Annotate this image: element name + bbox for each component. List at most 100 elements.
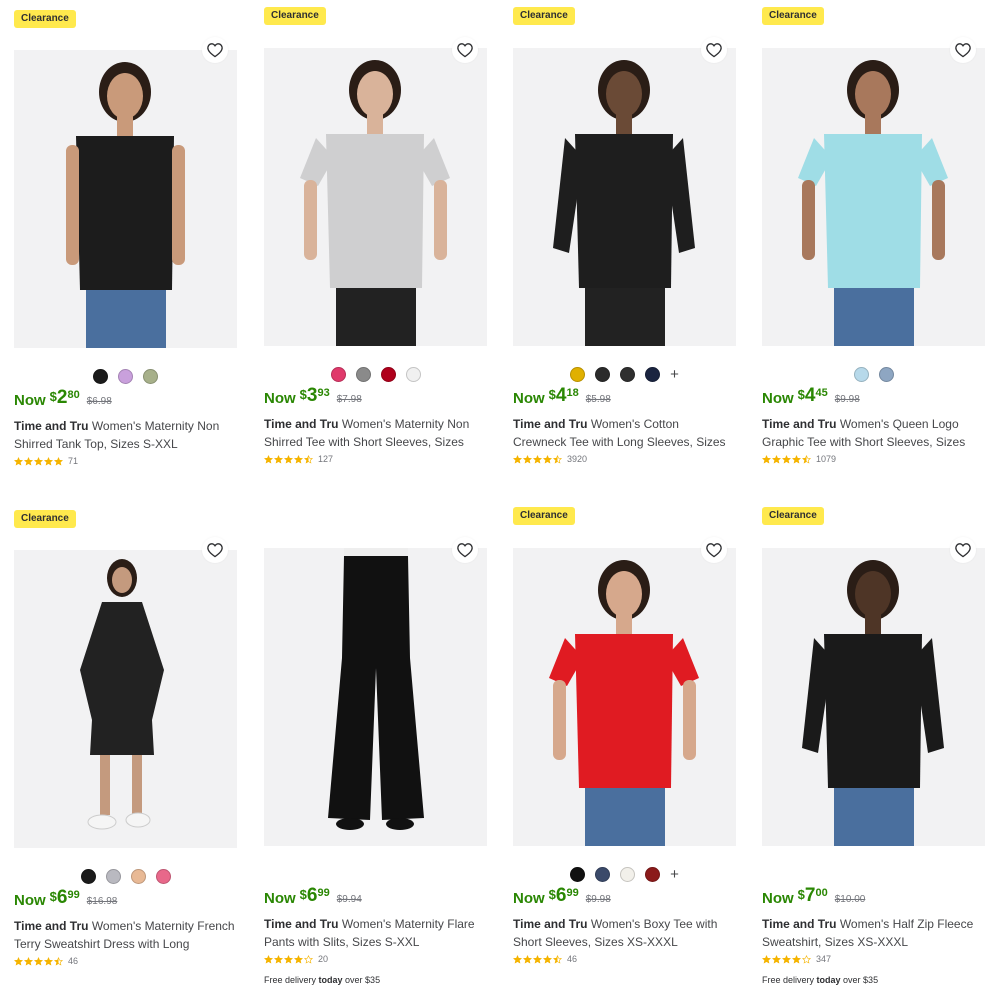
color-swatches: + (513, 865, 736, 883)
color-swatch[interactable] (645, 366, 661, 382)
rating[interactable]: 1079 (762, 454, 836, 464)
favorite-button[interactable] (950, 537, 976, 563)
color-swatch[interactable] (355, 366, 371, 382)
delivery-prefix: Free delivery (762, 975, 817, 985)
favorite-button[interactable] (950, 37, 976, 63)
price: Now $ 7 00 $10.00 (762, 885, 865, 907)
star-icon (772, 454, 781, 464)
price-cents: 99 (317, 887, 330, 899)
product-title[interactable]: Time and Tru Women's Maternity Non Shirr… (14, 417, 236, 453)
price: Now $ 6 99 $16.98 (14, 887, 117, 909)
star-icon (782, 454, 791, 464)
color-swatch[interactable] (405, 366, 421, 382)
star-icon (553, 454, 562, 464)
product-image[interactable] (14, 550, 237, 848)
price-dollar-sign: $ (49, 389, 57, 404)
product-image[interactable] (513, 548, 736, 846)
favorite-button[interactable] (701, 37, 727, 63)
color-swatch[interactable] (105, 868, 121, 884)
product-title[interactable]: Time and Tru Women's Maternity Non Shirr… (264, 415, 486, 451)
color-swatch[interactable] (620, 366, 636, 382)
boxy-tee-icon (513, 560, 736, 846)
graphic-tee-icon (762, 60, 985, 346)
favorite-button[interactable] (701, 537, 727, 563)
heart-icon (207, 543, 223, 558)
favorite-button[interactable] (202, 37, 228, 63)
color-swatch[interactable] (330, 366, 346, 382)
price-dollar-sign: $ (548, 387, 556, 402)
product-image[interactable] (264, 548, 487, 846)
price: Now $ 2 80 $6.98 (14, 387, 112, 409)
star-rating (264, 454, 314, 464)
price-whole: 3 (306, 385, 318, 406)
price-dollar-sign: $ (797, 387, 805, 402)
color-swatch[interactable] (118, 368, 133, 384)
rating[interactable]: 127 (264, 454, 333, 464)
color-swatch[interactable] (570, 866, 586, 882)
favorite-button[interactable] (452, 537, 478, 563)
price: Now $ 4 18 $5.98 (513, 385, 611, 407)
price: Now $ 6 99 $9.98 (513, 885, 611, 907)
star-icon (513, 454, 522, 464)
color-swatch[interactable] (380, 366, 396, 382)
star-icon (294, 954, 303, 964)
brand-name: Time and Tru (264, 917, 339, 931)
color-swatch[interactable] (143, 368, 158, 384)
rating[interactable]: 347 (762, 954, 831, 964)
review-count: 71 (68, 456, 79, 466)
now-label: Now (264, 890, 296, 907)
product-title[interactable]: Time and Tru Women's Half Zip Fleece Swe… (762, 915, 984, 951)
color-swatch[interactable] (645, 866, 661, 882)
star-icon (543, 454, 552, 464)
product-title[interactable]: Time and Tru Women's Maternity French Te… (14, 917, 236, 953)
now-label: Now (762, 890, 794, 907)
color-swatch[interactable] (853, 366, 869, 382)
product-title[interactable]: Time and Tru Women's Queen Logo Graphic … (762, 415, 984, 451)
star-icon (523, 454, 532, 464)
star-icon (24, 956, 33, 966)
product-image[interactable] (762, 48, 985, 346)
color-swatch[interactable] (570, 366, 586, 382)
color-swatch[interactable] (620, 866, 636, 882)
now-label: Now (14, 892, 46, 909)
product-image[interactable] (264, 48, 487, 346)
price-whole: 6 (306, 885, 318, 906)
favorite-button[interactable] (202, 537, 228, 563)
color-swatch[interactable] (93, 368, 108, 384)
was-price: $6.98 (86, 396, 112, 407)
star-rating (513, 954, 563, 964)
rating[interactable]: 46 (513, 954, 577, 964)
price-dollar-sign: $ (49, 889, 57, 904)
product-image[interactable] (762, 548, 985, 846)
dress-icon (14, 559, 237, 848)
star-rating (513, 454, 563, 464)
tee-icon (264, 60, 487, 346)
color-swatch[interactable] (878, 366, 894, 382)
delivery-prefix: Free delivery (264, 975, 319, 985)
rating[interactable]: 46 (14, 956, 78, 966)
color-swatch[interactable] (155, 868, 171, 884)
more-colors-icon[interactable]: + (670, 867, 679, 882)
now-label: Now (762, 390, 794, 407)
product-image[interactable] (14, 50, 237, 348)
more-colors-icon[interactable]: + (670, 367, 679, 382)
color-swatch[interactable] (130, 868, 146, 884)
star-icon (44, 456, 53, 466)
color-swatches (762, 365, 985, 383)
product-image[interactable] (513, 48, 736, 346)
rating[interactable]: 20 (264, 954, 328, 964)
brand-name: Time and Tru (264, 417, 339, 431)
long-sleeve-tee-icon (513, 60, 736, 346)
brand-name: Time and Tru (14, 419, 89, 433)
color-swatch[interactable] (80, 868, 96, 884)
star-icon (533, 454, 542, 464)
color-swatch[interactable] (595, 866, 611, 882)
product-title[interactable]: Time and Tru Women's Cotton Crewneck Tee… (513, 415, 735, 451)
favorite-button[interactable] (452, 37, 478, 63)
star-icon (802, 954, 811, 964)
product-title[interactable]: Time and Tru Women's Boxy Tee with Short… (513, 915, 735, 951)
product-title[interactable]: Time and Tru Women's Maternity Flare Pan… (264, 915, 486, 951)
rating[interactable]: 71 (14, 456, 78, 466)
rating[interactable]: 3920 (513, 454, 587, 464)
color-swatch[interactable] (595, 366, 611, 382)
